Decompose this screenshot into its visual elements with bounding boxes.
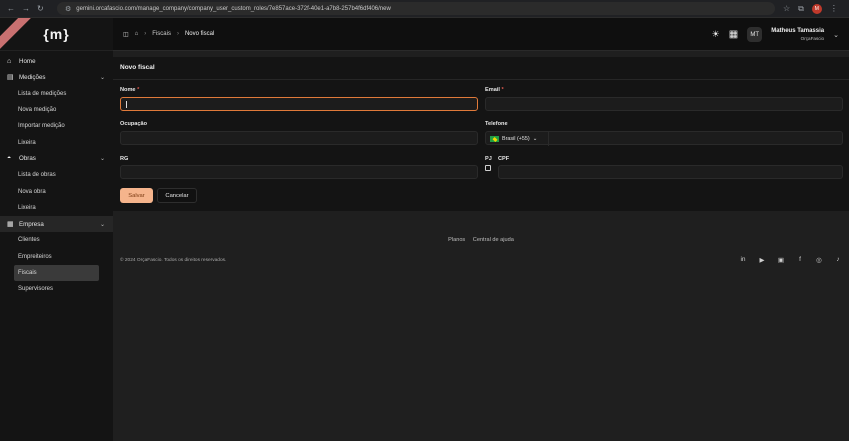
youtube-icon[interactable]: ▣	[777, 256, 785, 264]
text-caret	[126, 101, 127, 108]
footer-link-planos[interactable]: Planos	[448, 237, 465, 243]
sidebar-item-obras[interactable]: ◓ Obras ⌄	[0, 151, 113, 167]
telefone-label: Telefone	[485, 121, 508, 127]
breadcrumb-separator-icon: ›	[144, 31, 147, 37]
chevron-down-icon: ⌄	[99, 221, 105, 228]
top-bar: ◫ ⌂ › Fiscais › Novo fiscal ☀ ▦ MT Mathe…	[113, 18, 849, 51]
app-logo[interactable]: {m}	[43, 26, 69, 42]
browser-actions: ☆ ⧉ M ⋮	[783, 3, 838, 14]
sidebar-item-fiscais[interactable]: Fiscais	[14, 264, 99, 282]
footer-links: Planos Central de ajuda	[113, 237, 849, 243]
facebook-icon[interactable]: f	[796, 256, 804, 264]
browser-menu-icon[interactable]: ⋮	[830, 4, 838, 13]
chevron-down-icon[interactable]: ⌄	[833, 31, 839, 39]
sidebar: {m} ⌂ Home ▤ Medições ⌄ Lista de mediçõe…	[0, 18, 113, 441]
user-menu[interactable]: Matheus Tamassia OrçaFascio	[771, 28, 824, 42]
linkedin-icon[interactable]: in	[739, 256, 747, 264]
required-mark: *	[137, 87, 140, 93]
clipboard-icon: ▤	[7, 74, 14, 82]
browser-toolbar: ← → ↻ ⚙ gemini.orcafascio.com/manage_com…	[0, 0, 849, 18]
sidebar-item-lista-medicoes[interactable]: Lista de medições	[0, 86, 113, 102]
ocupacao-input[interactable]	[120, 131, 478, 145]
copyright-text: © 2024 OrçaFascio. Todos os direitos res…	[120, 258, 227, 263]
header-actions: ☀ ▦ MT Matheus Tamassia OrçaFascio ⌄	[712, 18, 839, 51]
required-mark: *	[501, 87, 504, 93]
nome-input[interactable]	[120, 97, 478, 111]
breadcrumb-separator-icon: ›	[176, 31, 179, 37]
form-card: Novo fiscal Nome * Email * Ocupação Tele…	[113, 57, 849, 211]
chevron-down-icon: ⌄	[532, 136, 538, 142]
sun-icon[interactable]: ☀	[712, 29, 720, 40]
home-icon[interactable]: ⌂	[135, 31, 139, 37]
reload-icon[interactable]: ↻	[37, 4, 44, 14]
main-content: Novo fiscal Nome * Email * Ocupação Tele…	[113, 51, 849, 441]
bookmark-star-icon[interactable]: ☆	[783, 4, 790, 13]
pj-label: PJ	[485, 156, 492, 162]
home-icon: ⌂	[7, 57, 12, 65]
tiktok-icon[interactable]: ♪	[834, 256, 842, 264]
sidebar-item-lista-obras[interactable]: Lista de obras	[0, 167, 113, 183]
forward-icon[interactable]: →	[22, 4, 30, 14]
page-title: Novo fiscal	[120, 64, 155, 71]
sidebar-item-nova-obra[interactable]: Nova obra	[0, 183, 113, 199]
instagram-icon[interactable]: ◎	[815, 256, 823, 264]
sidebar-toggle-icon[interactable]: ◫	[123, 31, 129, 38]
helmet-icon: ◓	[7, 155, 12, 163]
sidebar-item-home[interactable]: ⌂ Home	[0, 53, 113, 69]
country-code-select[interactable]: Brasil (+55) ⌄	[485, 132, 549, 146]
sidebar-item-nova-medicao[interactable]: Nova medição	[0, 102, 113, 118]
sidebar-item-label: Home	[19, 57, 36, 65]
sidebar-item-lixeira-obras[interactable]: Lixeira	[0, 200, 113, 216]
profile-avatar[interactable]: M	[811, 3, 822, 14]
browser-nav: ← → ↻	[0, 4, 57, 14]
pj-checkbox[interactable]	[485, 165, 491, 171]
breadcrumb-current: Novo fiscal	[184, 31, 215, 37]
rg-label: RG	[120, 156, 129, 162]
user-name: Matheus Tamassia	[771, 27, 825, 34]
sidebar-item-label: Empresa	[19, 220, 44, 228]
email-label: Email *	[485, 87, 504, 93]
building-icon: ▦	[7, 221, 14, 229]
brazil-flag-icon	[490, 136, 499, 142]
sidebar-item-label: Obras	[19, 155, 36, 163]
chevron-down-icon: ⌄	[99, 74, 105, 81]
extensions-icon[interactable]: ⧉	[798, 4, 804, 14]
chevron-down-icon: ⌄	[99, 156, 105, 163]
sidebar-item-lixeira-medicoes[interactable]: Lixeira	[0, 134, 113, 150]
save-button[interactable]: Salvar	[120, 188, 153, 203]
logo-area: {m}	[0, 18, 113, 51]
ocupacao-label: Ocupação	[120, 121, 148, 127]
sidebar-item-clientes[interactable]: Clientes	[0, 232, 113, 248]
site-info-icon[interactable]: ⚙	[65, 5, 71, 13]
nome-label: Nome *	[120, 87, 139, 93]
sidebar-item-importar-medicao[interactable]: Importar medição	[0, 118, 113, 134]
email-input[interactable]	[485, 97, 843, 111]
sidebar-item-label: Medições	[19, 73, 46, 81]
back-icon[interactable]: ←	[7, 4, 15, 14]
sidebar-item-supervisores[interactable]: Supervisores	[0, 281, 113, 297]
user-company: OrçaFascio	[800, 35, 825, 41]
sidebar-item-empreiteiros[interactable]: Empreiteiros	[0, 249, 113, 265]
sidebar-item-empresa[interactable]: ▦ Empresa ⌄	[0, 215, 113, 233]
rg-input[interactable]	[120, 165, 478, 179]
country-code-label: Brasil (+55)	[502, 136, 530, 142]
footer-link-central-ajuda[interactable]: Central de ajuda	[473, 237, 514, 243]
environment-ribbon	[0, 18, 37, 50]
address-bar[interactable]: ⚙ gemini.orcafascio.com/manage_company/c…	[57, 2, 775, 15]
cpf-label: CPF	[498, 156, 510, 162]
email-label-text: Email	[485, 87, 500, 93]
nome-label-text: Nome	[120, 87, 136, 93]
avatar[interactable]: MT	[747, 27, 763, 42]
social-links: in ▶ ▣ f ◎ ♪	[739, 256, 842, 264]
url-text: gemini.orcafascio.com/manage_company/com…	[76, 5, 391, 12]
cpf-input[interactable]	[498, 165, 843, 179]
sidebar-menu: ⌂ Home ▤ Medições ⌄ Lista de medições No…	[0, 51, 113, 297]
play-store-icon[interactable]: ▶	[758, 256, 766, 264]
sidebar-item-medicoes[interactable]: ▤ Medições ⌄	[0, 69, 113, 85]
breadcrumb-fiscais[interactable]: Fiscais	[152, 31, 171, 37]
apps-grid-icon[interactable]: ▦	[729, 29, 738, 40]
cancel-button[interactable]: Cancelar	[157, 188, 197, 203]
breadcrumb: ◫ ⌂ › Fiscais › Novo fiscal	[123, 31, 214, 38]
divider	[113, 79, 849, 80]
